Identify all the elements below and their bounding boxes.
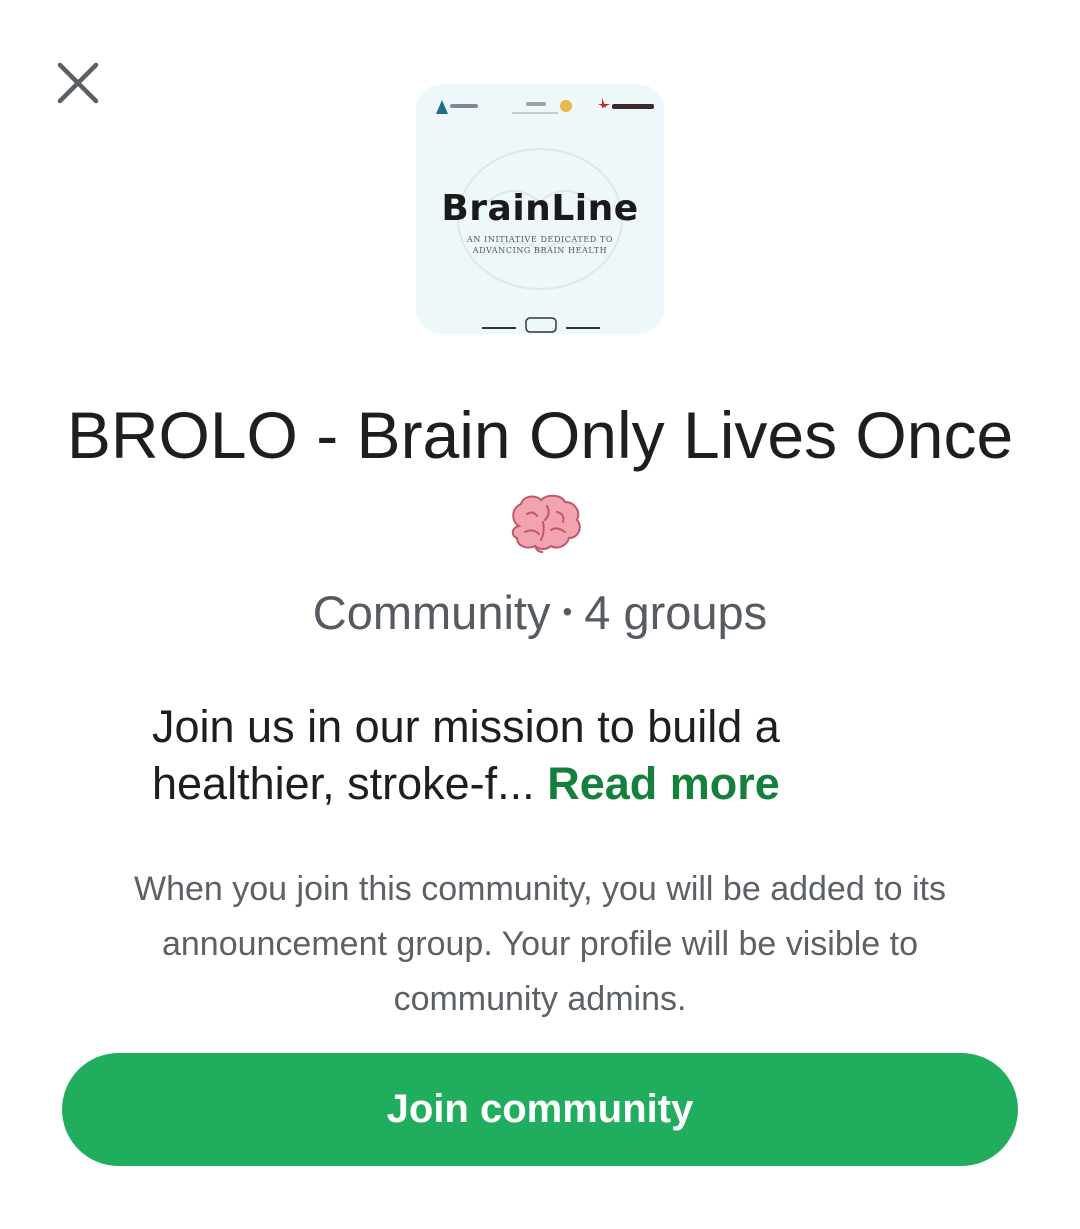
- community-groups-count: 4 groups: [584, 586, 768, 639]
- close-button[interactable]: [50, 55, 106, 111]
- community-title: BROLO - Brain Only Lives Once: [60, 392, 1020, 564]
- join-notice: When you join this community, you will b…: [134, 870, 946, 1018]
- community-title-text: BROLO - Brain Only Lives Once: [66, 398, 1014, 472]
- community-logo: BrainLine AN INITIATIVE DEDICATED TO ADV…: [416, 84, 664, 334]
- brain-emoji-icon: [511, 494, 581, 553]
- join-community-button[interactable]: Join community: [62, 1053, 1018, 1166]
- close-icon: [57, 62, 99, 104]
- logo-tagline: AN INITIATIVE DEDICATED TO ADVANCING BRA…: [466, 235, 614, 255]
- community-description: Join us in our mission to build a health…: [152, 698, 952, 812]
- logo-bottom-mark: [482, 317, 600, 333]
- community-invite-sheet: BrainLine AN INITIATIVE DEDICATED TO ADV…: [0, 0, 1080, 1229]
- community-type-label: Community: [312, 586, 551, 639]
- community-meta: Community • 4 groups: [0, 585, 1080, 640]
- logo-brand-name: BrainLine: [441, 188, 639, 229]
- read-more-link[interactable]: Read more: [547, 758, 780, 809]
- meta-separator: •: [562, 596, 573, 627]
